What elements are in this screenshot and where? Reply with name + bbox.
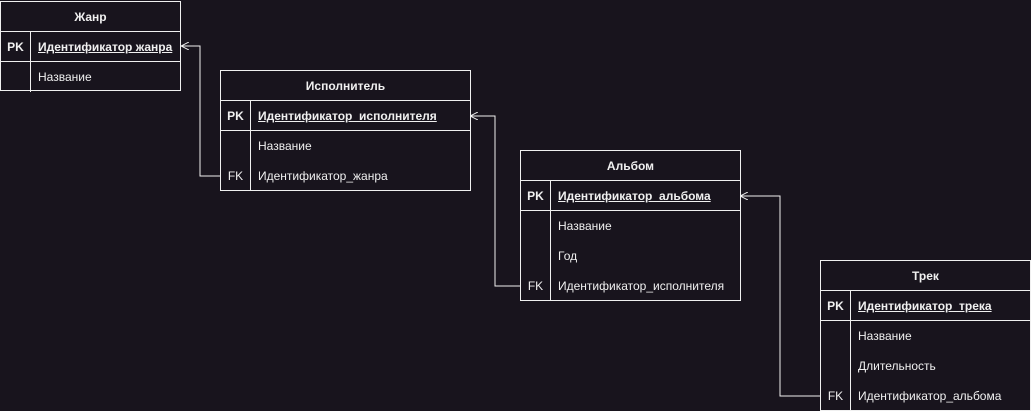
key-label: [1, 62, 31, 92]
entity-album-field-row[interactable]: Название: [521, 211, 740, 241]
field-name: Название: [858, 329, 912, 343]
entity-track-pk-row[interactable]: PK Идентификатор_трека: [821, 291, 1030, 321]
entity-album-field-row[interactable]: Год: [521, 241, 740, 271]
entity-genre[interactable]: Жанр PK Идентификатор жанра Название: [0, 1, 181, 92]
artist-to-genre-connector: [182, 46, 220, 177]
key-label: FK: [821, 381, 851, 411]
entity-track[interactable]: Трек PK Идентификатор_трека Название Дли…: [820, 260, 1031, 411]
key-label: [821, 321, 851, 351]
entity-genre-title: Жанр: [1, 2, 180, 32]
key-label: FK: [221, 161, 251, 191]
entity-track-field-row[interactable]: FK Идентификатор_альбома: [821, 381, 1030, 411]
album-to-artist-connector: [471, 116, 520, 287]
pk-label: PK: [221, 101, 251, 130]
entity-track-field-row[interactable]: Название: [821, 321, 1030, 351]
key-label: [521, 241, 551, 271]
pk-label: PK: [521, 181, 551, 210]
pk-field: Идентификатор_альбома: [558, 189, 711, 203]
key-label: [521, 211, 551, 241]
key-label: [821, 351, 851, 381]
pk-field: Идентификатор_трека: [858, 299, 992, 313]
entity-album-field-row[interactable]: FK Идентификатор_исполнителя: [521, 271, 740, 301]
entity-genre-pk-row[interactable]: PK Идентификатор жанра: [1, 32, 180, 62]
entity-genre-field-row[interactable]: Название: [1, 62, 180, 92]
field-name: Название: [258, 139, 312, 153]
pk-label: PK: [1, 32, 31, 61]
field-name: Идентификатор_исполнителя: [558, 279, 725, 293]
entity-album-pk-row[interactable]: PK Идентификатор_альбома: [521, 181, 740, 211]
field-name: Идентификатор_жанра: [258, 169, 388, 183]
entity-artist-field-row[interactable]: Название: [221, 131, 470, 161]
key-label: [221, 131, 251, 161]
field-name: Название: [558, 219, 612, 233]
entity-artist-field-row[interactable]: FK Идентификатор_жанра: [221, 161, 470, 191]
field-name: Длительность: [858, 359, 936, 373]
key-label: FK: [521, 271, 551, 301]
field-name: Идентификатор_альбома: [858, 389, 1002, 403]
pk-field: Идентификатор жанра: [38, 40, 173, 54]
pk-field: Идентификатор_исполнителя: [258, 109, 437, 123]
field-name: Год: [558, 249, 578, 263]
entity-artist-pk-row[interactable]: PK Идентификатор_исполнителя: [221, 101, 470, 131]
entity-track-field-row[interactable]: Длительность: [821, 351, 1030, 381]
entity-track-title: Трек: [821, 261, 1030, 291]
entity-album[interactable]: Альбом PK Идентификатор_альбома Название…: [520, 150, 741, 301]
entity-album-title: Альбом: [521, 151, 740, 181]
field-name: Название: [38, 70, 92, 84]
entity-artist[interactable]: Исполнитель PK Идентификатор_исполнителя…: [220, 70, 471, 191]
track-to-album-connector: [741, 196, 820, 397]
entity-artist-title: Исполнитель: [221, 71, 470, 101]
pk-label: PK: [821, 291, 851, 320]
